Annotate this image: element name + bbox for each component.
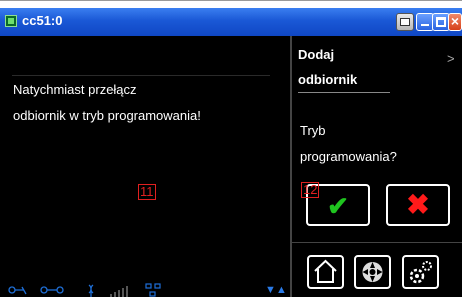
radio-button[interactable] xyxy=(354,255,391,289)
window-title: cc51:0 xyxy=(22,13,63,28)
question-line-1: Tryb xyxy=(300,123,326,138)
network-icon xyxy=(145,283,161,297)
app-icon xyxy=(5,15,17,27)
annotation-label-11: 11 xyxy=(138,184,156,200)
divider xyxy=(12,75,270,76)
plug-icon xyxy=(8,286,27,295)
panel-title-line-2: odbiornik xyxy=(298,72,358,87)
scroll-down-icon[interactable]: ▼ xyxy=(265,284,276,296)
close-button[interactable]: × xyxy=(448,13,462,31)
scroll-up-icon[interactable]: ▲ xyxy=(276,284,287,296)
print-icon xyxy=(400,18,410,26)
print-button[interactable] xyxy=(396,13,414,31)
home-button[interactable] xyxy=(307,255,344,289)
cancel-button[interactable]: ✖ xyxy=(386,184,450,226)
close-icon: × xyxy=(450,13,460,29)
annotation-label-12: 12 xyxy=(301,182,320,198)
radio-icon xyxy=(362,262,383,282)
button-divider xyxy=(292,242,462,243)
link-icon xyxy=(40,286,64,294)
chevron-icon[interactable]: > xyxy=(447,51,455,66)
question-line-2: programowania? xyxy=(300,149,397,164)
cross-icon: ✖ xyxy=(406,189,430,220)
message-line-1: Natychmiast przełącz xyxy=(13,82,137,97)
panel-title-line-1: Dodaj xyxy=(298,47,335,62)
title-bar: cc51:0 × xyxy=(0,8,462,36)
status-icons xyxy=(8,283,161,297)
signal-icon xyxy=(110,286,128,297)
top-border xyxy=(0,0,462,1)
app-window: cc51:0 × Natychmiast przełącz odbiornik … xyxy=(0,8,462,297)
settings-button[interactable] xyxy=(402,255,439,289)
message-panel: Natychmiast przełącz odbiornik w tryb pr… xyxy=(0,36,289,297)
action-panel: Dodaj odbiornik > Tryb programowania? ✔ … xyxy=(292,36,462,297)
title-underline xyxy=(298,92,390,93)
minimize-icon xyxy=(421,24,429,26)
antenna-icon xyxy=(88,284,94,297)
home-icon xyxy=(314,259,337,283)
message-line-2: odbiornik w tryb programowania! xyxy=(13,108,201,123)
settings-icon xyxy=(409,261,432,284)
maximize-icon xyxy=(436,17,446,27)
